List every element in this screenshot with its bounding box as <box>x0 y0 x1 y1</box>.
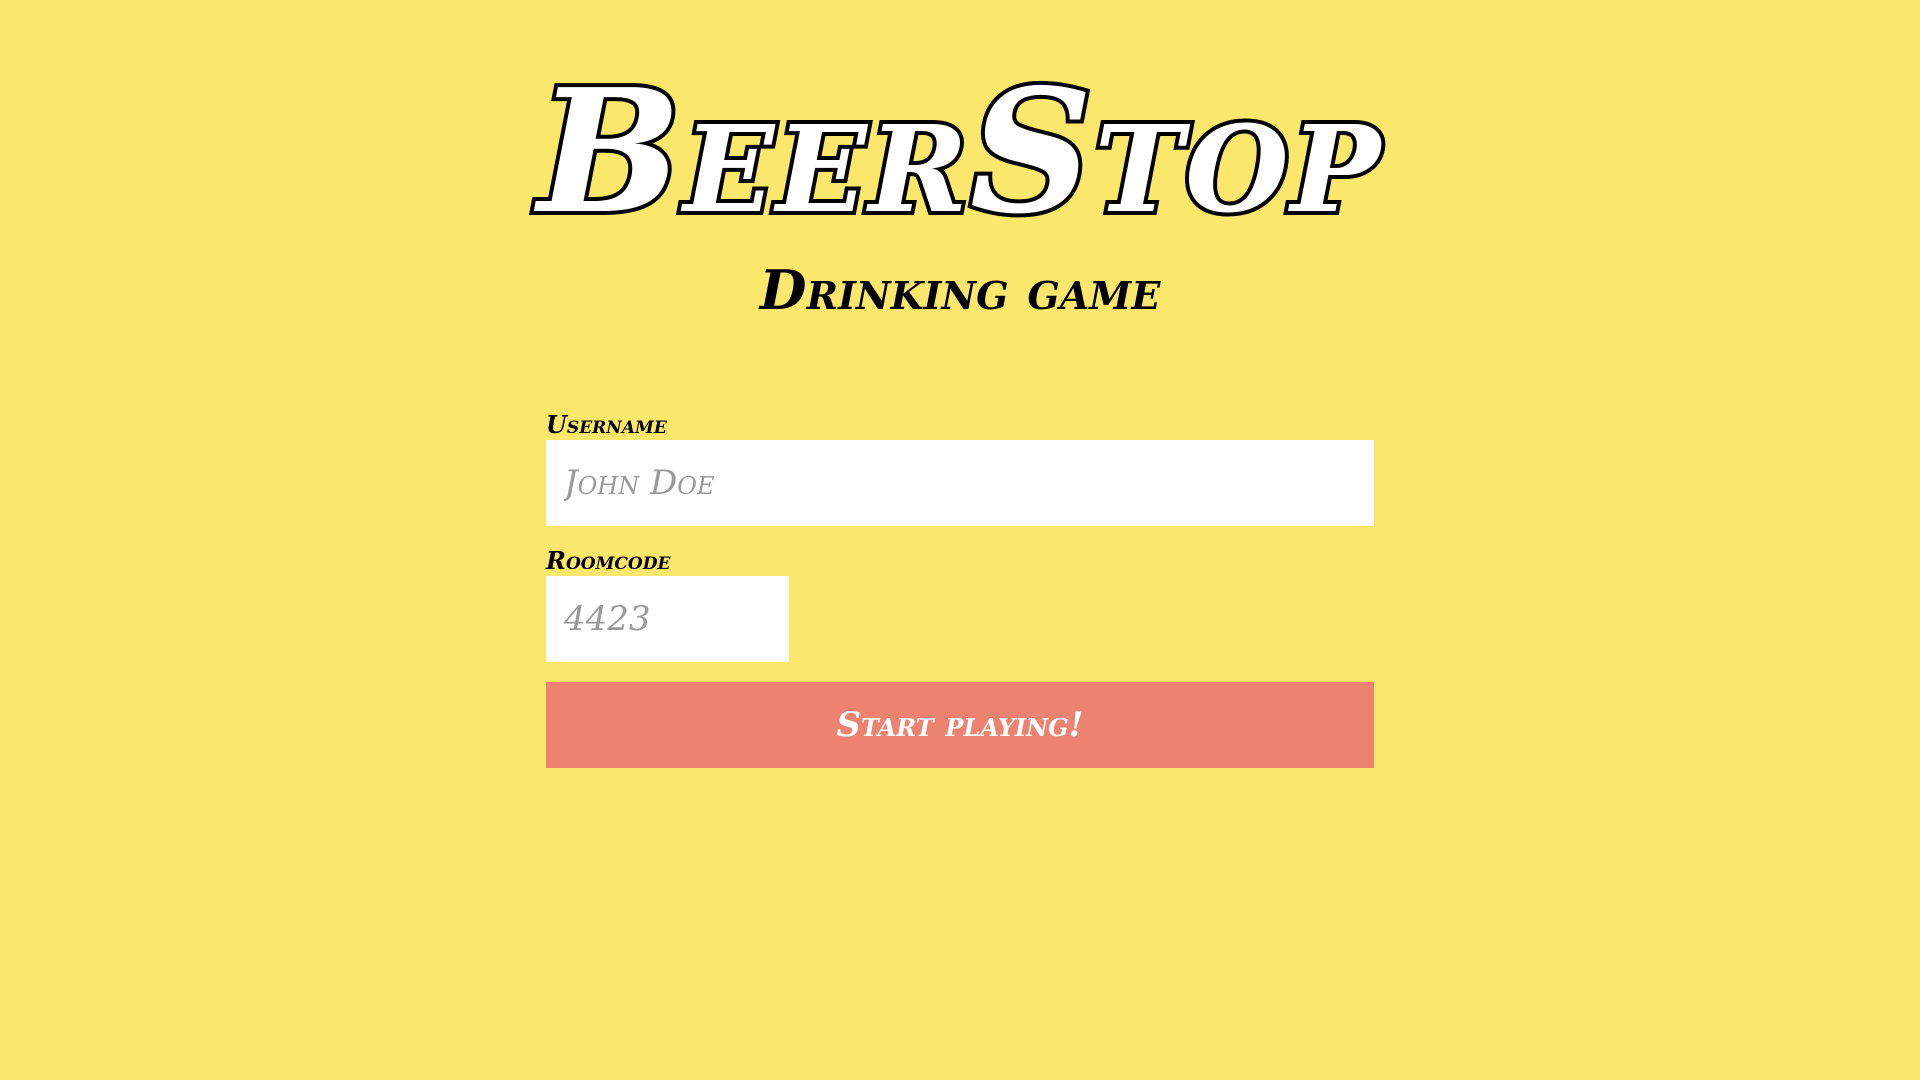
roomcode-input[interactable] <box>546 576 789 662</box>
app-logo: BeerStop <box>534 48 1384 256</box>
app-subtitle: Drinking game <box>759 258 1161 322</box>
join-form: Username Roomcode Start playing! <box>546 410 1374 768</box>
roomcode-label: Roomcode <box>546 546 671 575</box>
username-label: Username <box>546 410 667 439</box>
start-playing-button[interactable]: Start playing! <box>546 682 1374 768</box>
login-page: BeerStop Drinking game Username Roomcode… <box>0 0 1920 1080</box>
username-input[interactable] <box>546 440 1374 526</box>
